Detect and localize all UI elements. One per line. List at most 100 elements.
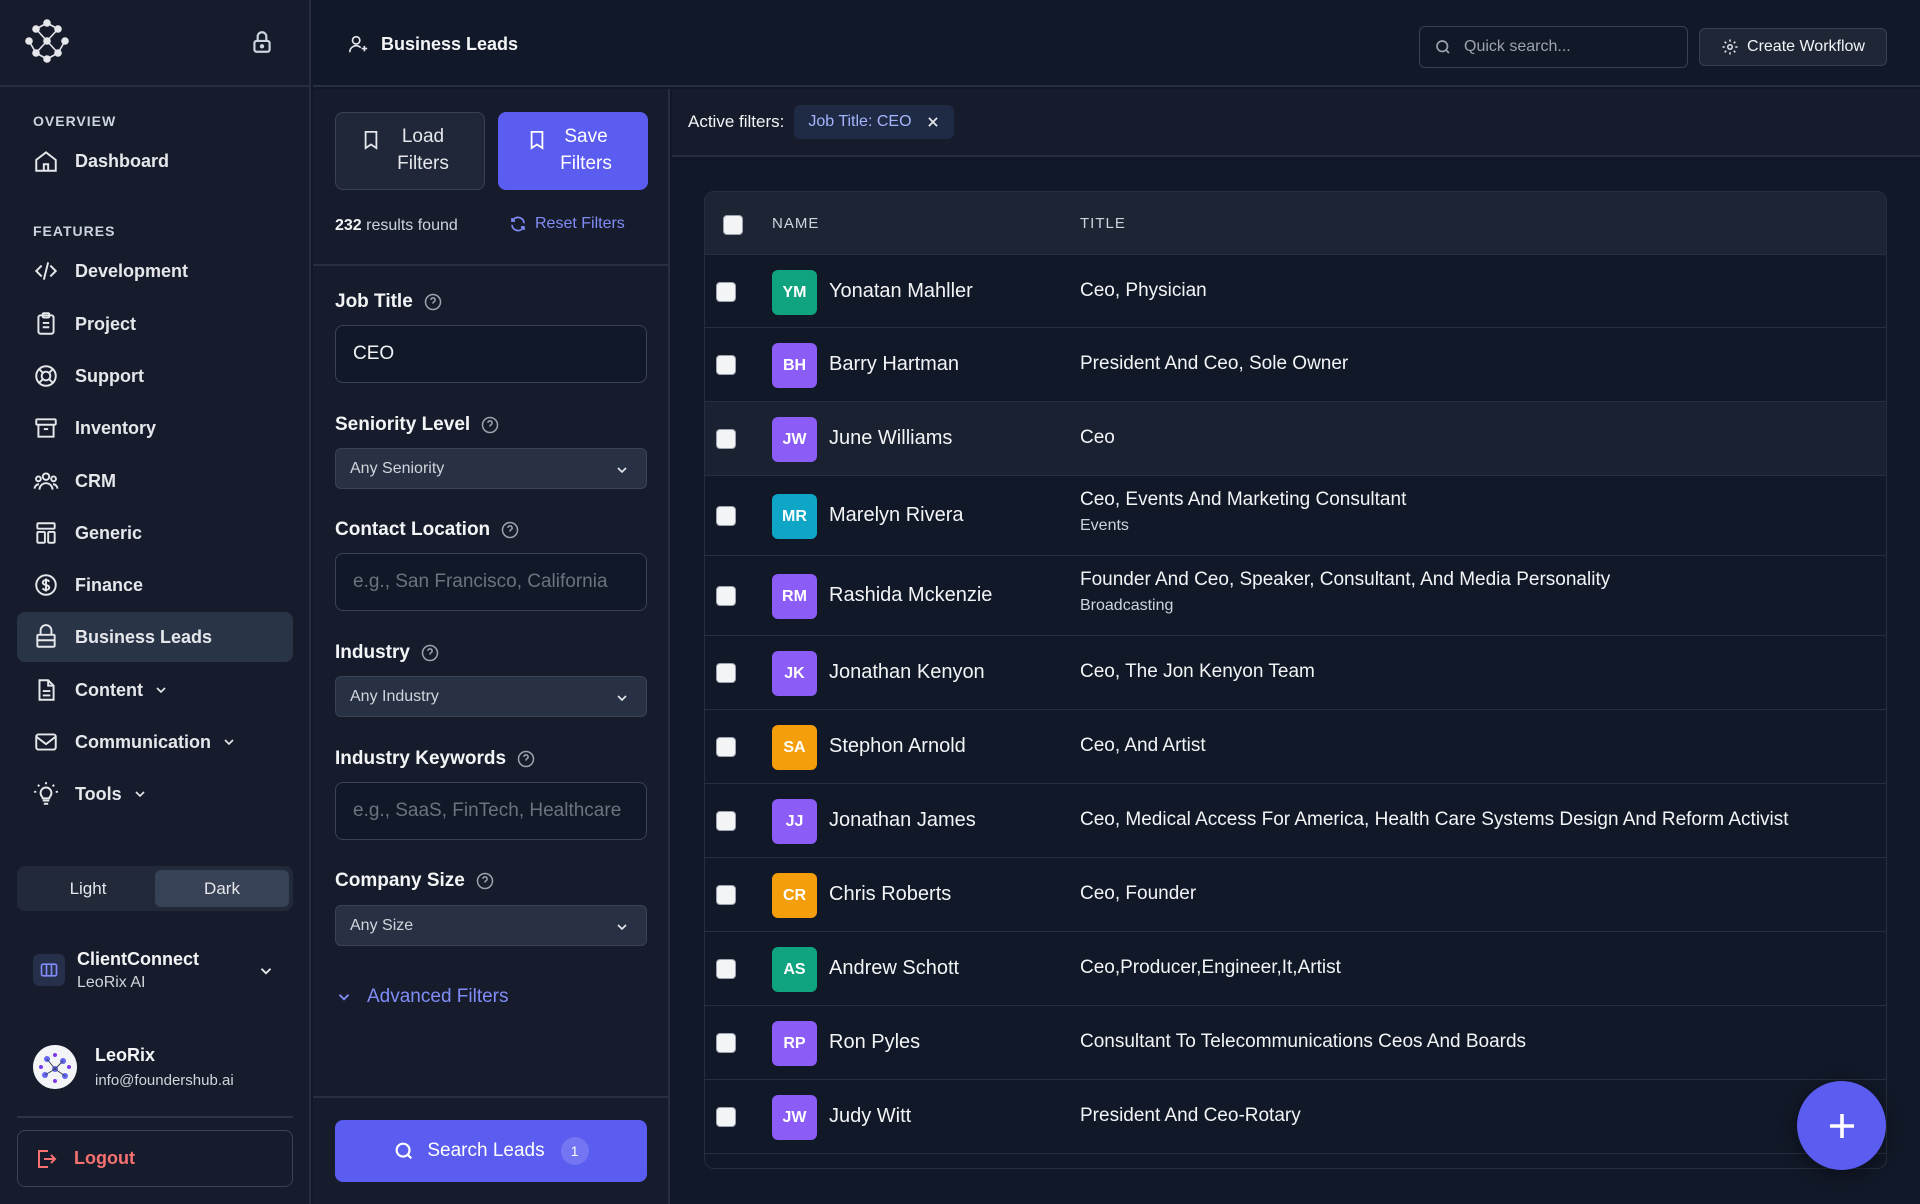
lead-name[interactable]: Judy Witt: [829, 1105, 911, 1128]
sidebar-item-inventory[interactable]: Inventory: [17, 403, 293, 453]
help-icon[interactable]: [500, 520, 520, 540]
create-workflow-button[interactable]: Create Workflow: [1699, 28, 1887, 66]
sidebar-item-development[interactable]: Development: [17, 246, 293, 296]
company-size-select[interactable]: Any Size: [335, 905, 647, 946]
location-input[interactable]: [335, 553, 647, 611]
row-checkbox[interactable]: [716, 1107, 736, 1127]
bookmark-icon: [364, 131, 378, 151]
row-checkbox[interactable]: [716, 282, 736, 302]
avatar: SA: [772, 725, 817, 770]
help-icon[interactable]: [516, 749, 536, 769]
help-icon[interactable]: [420, 643, 440, 663]
seniority-select[interactable]: Any Seniority: [335, 448, 647, 489]
lead-name[interactable]: Marelyn Rivera: [829, 504, 963, 527]
row-checkbox[interactable]: [716, 959, 736, 979]
workspace-switcher[interactable]: ClientConnect LeoRix AI: [17, 940, 293, 1000]
workspace-name: ClientConnect: [77, 948, 200, 969]
help-icon[interactable]: [480, 415, 500, 435]
lead-name[interactable]: Chris Roberts: [829, 883, 951, 906]
table-row[interactable]: JJ Jonathan James Ceo, Medical Access For …: [705, 784, 1886, 858]
row-checkbox[interactable]: [716, 506, 736, 526]
table-row[interactable]: MR Marelyn Rivera Ceo, Events And Marketin…: [705, 476, 1886, 556]
help-icon[interactable]: [423, 292, 443, 312]
row-checkbox[interactable]: [716, 586, 736, 606]
lead-name[interactable]: Jonathan James: [829, 809, 976, 832]
table-row[interactable]: CR Chris Roberts Ceo, Founder: [705, 858, 1886, 932]
avatar: [33, 1045, 77, 1089]
lead-title: President And Ceo, Sole Owner: [1080, 353, 1348, 375]
theme-dark-button[interactable]: Dark: [155, 870, 289, 907]
row-checkbox[interactable]: [716, 737, 736, 757]
row-checkbox[interactable]: [716, 355, 736, 375]
bookmark-icon: [530, 131, 544, 151]
table-row[interactable]: JK Jonathan Kenyon Ceo, The Jon Kenyon Tea…: [705, 636, 1886, 710]
select-all-checkbox[interactable]: [723, 215, 743, 235]
row-checkbox[interactable]: [716, 663, 736, 683]
row-checkbox[interactable]: [716, 885, 736, 905]
table-row[interactable]: AS Andrew Schott Ceo,Producer,Engineer,It,…: [705, 932, 1886, 1006]
advanced-filters-label: Advanced Filters: [367, 986, 509, 1007]
help-icon[interactable]: [475, 871, 495, 891]
table-row[interactable]: SA Stephon Arnold Ceo, And Artist: [705, 710, 1886, 784]
results-suffix: results found: [366, 217, 458, 234]
save-filters-button[interactable]: Save Filters: [498, 112, 648, 190]
search-input[interactable]: [1464, 38, 1674, 56]
create-workflow-label: Create Workflow: [1747, 38, 1865, 55]
lead-name[interactable]: Barry Hartman: [829, 353, 959, 376]
table-row[interactable]: JW June Williams Ceo: [705, 402, 1886, 476]
close-icon[interactable]: [926, 115, 940, 129]
table-row[interactable]: [705, 1154, 1886, 1168]
company-size-label-text: Company Size: [335, 870, 465, 891]
sidebar-item-communication[interactable]: Communication: [17, 717, 293, 767]
table-row[interactable]: JW Judy Witt President And Ceo-Rotary: [705, 1080, 1886, 1154]
lead-name[interactable]: Jonathan Kenyon: [829, 661, 985, 684]
logout-label: Logout: [74, 1148, 135, 1168]
filter-panel: Load Filters Save Filters 232 results fo…: [313, 89, 670, 1204]
sidebar-item-tools[interactable]: Tools: [17, 769, 293, 819]
sidebar-item-content[interactable]: Content: [17, 665, 293, 715]
lead-name[interactable]: June Williams: [829, 427, 952, 450]
lead-name[interactable]: Ron Pyles: [829, 1031, 920, 1054]
user-profile[interactable]: LeoRix info@foundershub.ai: [33, 1045, 234, 1089]
reset-filters-button[interactable]: Reset Filters: [509, 215, 625, 233]
sidebar-item-dashboard[interactable]: Dashboard: [17, 136, 293, 186]
lead-name[interactable]: Andrew Schott: [829, 957, 959, 980]
sidebar-item-support[interactable]: Support: [17, 351, 293, 401]
keywords-input[interactable]: [335, 782, 647, 840]
search-leads-button[interactable]: Search Leads 1: [335, 1120, 647, 1182]
lead-title: Founder And Ceo, Speaker, Consultant, An…: [1080, 569, 1610, 615]
row-checkbox[interactable]: [716, 811, 736, 831]
table-row[interactable]: RM Rashida Mckenzie Founder And Ceo, Speak…: [705, 556, 1886, 636]
table-body: YM Yonatan Mahller Ceo, Physician BH Barry H…: [705, 255, 1886, 1168]
industry-label-text: Industry: [335, 642, 410, 663]
sidebar-item-label: Inventory: [75, 417, 157, 438]
archive-icon: [35, 418, 57, 438]
sidebar-item-finance[interactable]: Finance: [17, 560, 293, 610]
load-filters-label: Load Filters: [397, 126, 449, 174]
theme-light-button[interactable]: Light: [21, 870, 155, 907]
sidebar-item-crm[interactable]: CRM: [17, 456, 293, 506]
logout-button[interactable]: Logout: [17, 1130, 293, 1187]
chevron-down-icon: [338, 994, 350, 1001]
table-row[interactable]: BH Barry Hartman President And Ceo, Sole O…: [705, 328, 1886, 402]
lead-name[interactable]: Yonatan Mahller: [829, 280, 973, 303]
load-filters-button[interactable]: Load Filters: [335, 112, 485, 190]
add-lead-button[interactable]: [1797, 1081, 1886, 1170]
lead-industry: Broadcasting: [1080, 597, 1174, 614]
advanced-filters-toggle[interactable]: Advanced Filters: [335, 986, 509, 1008]
column-title-header: TITLE: [1080, 214, 1126, 232]
quick-search[interactable]: [1419, 26, 1688, 68]
job-title-input[interactable]: [335, 325, 647, 383]
lead-title: Ceo, Medical Access For America, Health …: [1080, 809, 1789, 831]
table-row[interactable]: YM Yonatan Mahller Ceo, Physician: [705, 255, 1886, 328]
table-row[interactable]: RP Ron Pyles Consultant To Telecommunicati…: [705, 1006, 1886, 1080]
industry-select[interactable]: Any Industry: [335, 676, 647, 717]
row-checkbox[interactable]: [716, 1033, 736, 1053]
sidebar-item-project[interactable]: Project: [17, 299, 293, 349]
lead-name[interactable]: Rashida Mckenzie: [829, 584, 992, 607]
row-checkbox[interactable]: [716, 429, 736, 449]
lock-icon[interactable]: [249, 29, 275, 55]
lead-name[interactable]: Stephon Arnold: [829, 735, 966, 758]
sidebar-item-business-leads[interactable]: Business Leads: [17, 612, 293, 662]
sidebar-item-generic[interactable]: Generic: [17, 508, 293, 558]
